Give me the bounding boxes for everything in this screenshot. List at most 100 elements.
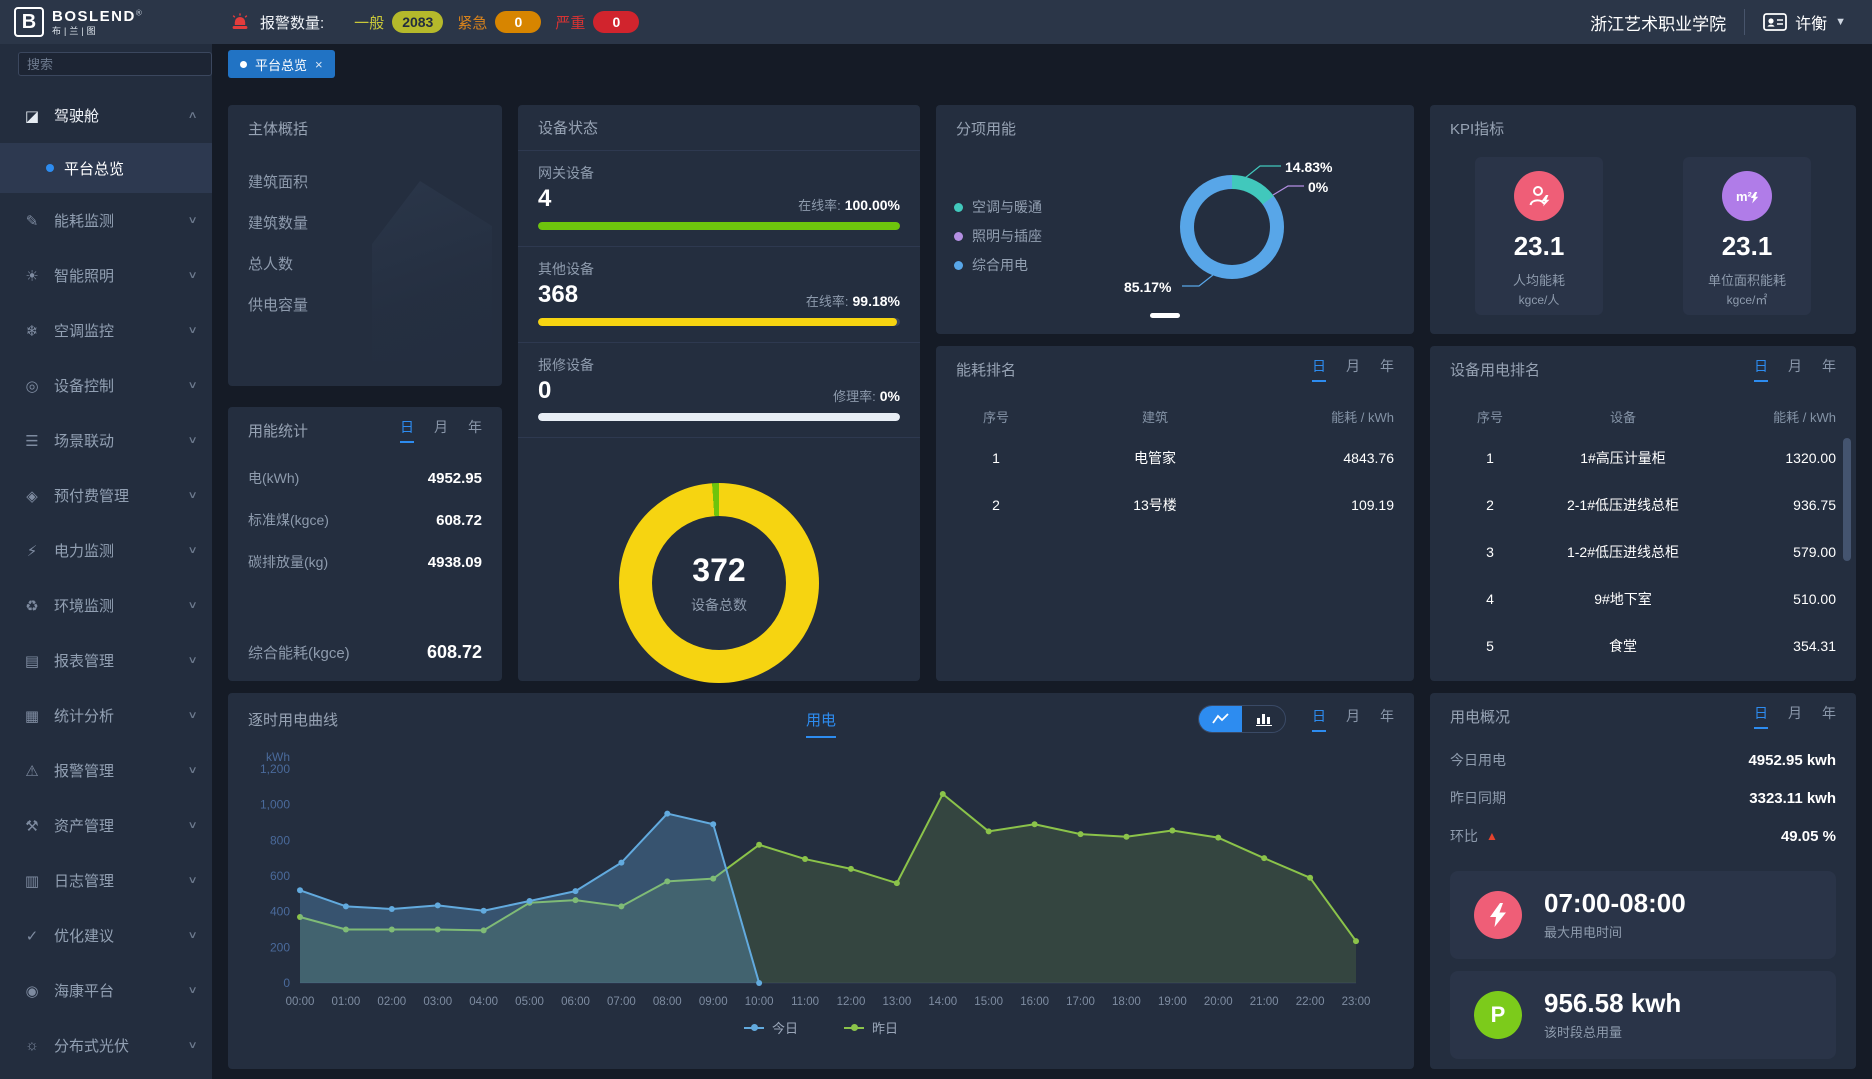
legend-item-今日[interactable]: 今日 bbox=[744, 1018, 798, 1037]
line-chart-toggle[interactable] bbox=[1199, 706, 1242, 732]
svg-text:06:00: 06:00 bbox=[561, 996, 590, 1008]
svg-text:09:00: 09:00 bbox=[699, 996, 728, 1008]
scene-linkage-icon: ☰ bbox=[22, 432, 42, 450]
period-tab-day[interactable]: 日 bbox=[1312, 706, 1326, 732]
sidebar-item-5[interactable]: ☰场景联动∨ bbox=[0, 413, 212, 468]
alarm-count-badge[interactable]: 0 bbox=[495, 11, 541, 33]
card-title: 逐时用电曲线 bbox=[248, 709, 338, 730]
table-row[interactable]: 22-1#低压进线总柜936.75 bbox=[1450, 481, 1836, 528]
table-row[interactable]: 5食堂354.31 bbox=[1450, 622, 1836, 669]
sidebar-item-4[interactable]: ◎设备控制∨ bbox=[0, 358, 212, 413]
period-tab-year[interactable]: 年 bbox=[1822, 356, 1836, 382]
tab-close-icon[interactable]: × bbox=[315, 57, 323, 72]
period-tab-day[interactable]: 日 bbox=[1312, 356, 1326, 382]
svg-text:05:00: 05:00 bbox=[515, 996, 544, 1008]
sidebar-item-6[interactable]: ◈预付费管理∨ bbox=[0, 468, 212, 523]
alarm-manage-icon: ⚠ bbox=[22, 762, 42, 780]
svg-text:10:00: 10:00 bbox=[745, 996, 774, 1008]
period-tab-month[interactable]: 月 bbox=[1788, 356, 1802, 382]
period-tab-month[interactable]: 月 bbox=[1346, 706, 1360, 732]
device-rank-table: 序号设备能耗 / kWh11#高压计量柜1320.0022-1#低压进线总柜93… bbox=[1430, 392, 1856, 669]
table-row[interactable]: 49#地下室510.00 bbox=[1450, 575, 1836, 622]
sidebar-item-7[interactable]: ⚡电力监测∨ bbox=[0, 523, 212, 578]
period-tab-month[interactable]: 月 bbox=[434, 417, 448, 443]
table-cell: 2-1#低压进线总柜 bbox=[1530, 495, 1716, 515]
tab-electricity[interactable]: 用电 bbox=[806, 709, 836, 738]
carousel-indicator[interactable] bbox=[1150, 313, 1180, 318]
sidebar-item-11[interactable]: ⚠报警管理∨ bbox=[0, 743, 212, 798]
divider bbox=[1744, 9, 1745, 35]
alarm-count-badge[interactable]: 2083 bbox=[392, 11, 443, 33]
sidebar-item-10[interactable]: ▦统计分析∨ bbox=[0, 688, 212, 743]
period-tab-year[interactable]: 年 bbox=[468, 417, 482, 443]
device-status-section-2: 报修设备0修理率:0% bbox=[518, 343, 920, 439]
sidebar-item-14[interactable]: ✓优化建议∨ bbox=[0, 908, 212, 963]
card-title: KPI指标 bbox=[1450, 118, 1504, 139]
period-tab-year[interactable]: 年 bbox=[1380, 706, 1394, 732]
tab-label: 平台总览 bbox=[255, 55, 307, 74]
table-row[interactable]: 1电管家4843.76 bbox=[956, 434, 1394, 481]
period-tab-month[interactable]: 月 bbox=[1346, 356, 1360, 382]
device-donut-area: 372 设备总数 bbox=[518, 438, 920, 728]
chevron-down-icon: ∨ bbox=[187, 325, 197, 336]
energy-stats-card: 用能统计 日 月 年 电(kWh)4952.95 标准煤(kgce)608.72… bbox=[228, 407, 502, 681]
alarm-group-0: 一般2083 bbox=[354, 11, 443, 33]
sidebar-item-0[interactable]: ◪驾驶舱∧ bbox=[0, 88, 212, 143]
sidebar-item-1[interactable]: ✎能耗监测∨ bbox=[0, 193, 212, 248]
table-row[interactable]: 11#高压计量柜1320.00 bbox=[1450, 434, 1836, 481]
period-tab-month[interactable]: 月 bbox=[1788, 703, 1802, 729]
kpi-value: 23.1 bbox=[1722, 231, 1773, 262]
card-title: 设备状态 bbox=[538, 117, 598, 138]
svg-text:600: 600 bbox=[270, 869, 290, 883]
search-input[interactable] bbox=[18, 52, 212, 76]
line-chart-icon bbox=[1212, 713, 1230, 725]
svg-text:0: 0 bbox=[283, 976, 290, 990]
legend-item-昨日[interactable]: 昨日 bbox=[844, 1018, 898, 1037]
table-row[interactable]: 213号楼109.19 bbox=[956, 481, 1394, 528]
table-cell: 354.31 bbox=[1716, 638, 1836, 654]
sidebar-item-label: 预付费管理 bbox=[54, 485, 189, 506]
sidebar-subitem[interactable]: 平台总览 bbox=[0, 143, 212, 193]
sidebar-item-9[interactable]: ▤报表管理∨ bbox=[0, 633, 212, 688]
tab-active-dot-icon bbox=[240, 61, 247, 68]
svg-text:13:00: 13:00 bbox=[882, 996, 911, 1008]
overview-row-label: 供电容量 bbox=[248, 294, 308, 315]
period-tab-year[interactable]: 年 bbox=[1380, 356, 1394, 382]
period-tabs: 日 月 年 bbox=[400, 417, 482, 443]
period-tab-day[interactable]: 日 bbox=[400, 417, 414, 443]
table-row[interactable]: 31-2#低压进线总柜579.00 bbox=[1450, 528, 1836, 575]
svg-text:14:00: 14:00 bbox=[928, 996, 957, 1008]
sidebar-item-8[interactable]: ♻环境监测∨ bbox=[0, 578, 212, 633]
legend-label: 今日 bbox=[772, 1018, 798, 1037]
rate-label: 在线率: bbox=[806, 294, 849, 309]
svg-text:800: 800 bbox=[270, 833, 290, 847]
rate-value: 0% bbox=[880, 388, 900, 404]
kpi-label: 单位面积能耗 bbox=[1708, 270, 1786, 289]
sidebar-item-12[interactable]: ⚒资产管理∨ bbox=[0, 798, 212, 853]
asset-icon: ⚒ bbox=[22, 817, 42, 835]
energy-rank-table: 序号建筑能耗 / kWh1电管家4843.76213号楼109.19 bbox=[936, 392, 1414, 528]
period-tab-day[interactable]: 日 bbox=[1754, 356, 1768, 382]
period-tab-day[interactable]: 日 bbox=[1754, 703, 1768, 729]
svg-text:17:00: 17:00 bbox=[1066, 996, 1095, 1008]
bar-chart-toggle[interactable] bbox=[1242, 706, 1285, 732]
scrollbar-thumb[interactable] bbox=[1843, 438, 1851, 561]
period-tab-year[interactable]: 年 bbox=[1822, 703, 1836, 729]
sidebar-item-15[interactable]: ◉海康平台∨ bbox=[0, 963, 212, 1018]
organization-name: 浙江艺术职业学院 bbox=[1590, 10, 1726, 35]
sidebar-item-2[interactable]: ☀智能照明∨ bbox=[0, 248, 212, 303]
user-menu[interactable]: 许衡 ▼ bbox=[1763, 10, 1846, 34]
statistics-icon: ▦ bbox=[22, 707, 42, 725]
sidebar-item-label: 空调监控 bbox=[54, 320, 189, 341]
energy-stats-rows: 电(kWh)4952.95 标准煤(kgce)608.72 碳排放量(kg)49… bbox=[228, 453, 502, 587]
sidebar-item-13[interactable]: ▥日志管理∨ bbox=[0, 853, 212, 908]
tab-strip: 平台总览 × bbox=[212, 44, 1872, 84]
sidebar-item-3[interactable]: ❄空调监控∨ bbox=[0, 303, 212, 358]
sidebar-item-16[interactable]: ☼分布式光伏∨ bbox=[0, 1018, 212, 1073]
alarm-count-badge[interactable]: 0 bbox=[593, 11, 639, 33]
device-type-label: 其他设备 bbox=[538, 259, 900, 279]
tab-platform-overview[interactable]: 平台总览 × bbox=[228, 50, 335, 78]
alarm-group-1: 紧急0 bbox=[457, 11, 541, 33]
sidebar-item-label: 智能照明 bbox=[54, 265, 189, 286]
row-label: 今日用电 bbox=[1450, 750, 1506, 770]
